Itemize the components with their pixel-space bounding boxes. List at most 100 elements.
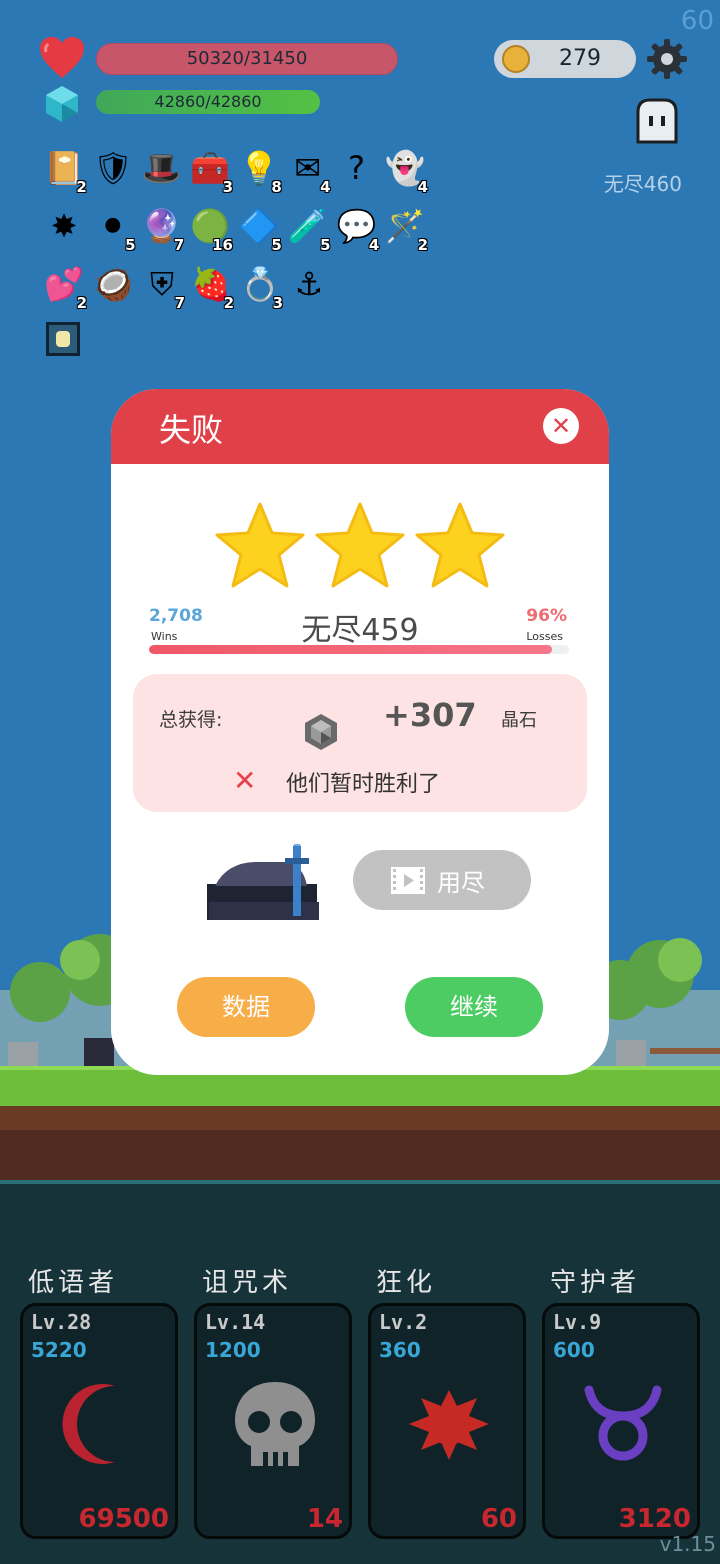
- inventory-item[interactable]: 🪄 2: [381, 200, 430, 256]
- inventory-item[interactable]: ✸: [40, 200, 89, 256]
- star-icon-3: [415, 502, 505, 588]
- item-count: 2: [417, 236, 428, 254]
- skill-cost: 360: [379, 1338, 421, 1362]
- reward-label: 总获得:: [159, 709, 223, 731]
- inventory-item[interactable]: 🔮 7: [138, 200, 187, 256]
- inventory-item[interactable]: 🔷 5: [235, 200, 284, 256]
- skill-card[interactable]: Lv.2 360 60: [368, 1303, 526, 1539]
- item-count: 5: [271, 236, 282, 254]
- inventory-item[interactable]: 🧰 3: [186, 142, 235, 198]
- defeat-x-icon: ✕: [233, 764, 257, 797]
- skill-name: 低语者: [28, 1268, 119, 1298]
- item-count: 2: [76, 294, 87, 312]
- skill-name: 狂化: [376, 1268, 437, 1298]
- reward-value: +307: [383, 696, 477, 734]
- star-icon-2: [315, 502, 405, 588]
- crystal-stone-icon: [305, 714, 337, 750]
- item-count: 4: [417, 178, 428, 196]
- taurus-icon: [584, 1385, 662, 1461]
- item-count: 2: [76, 178, 87, 196]
- skull-icon: [235, 1382, 315, 1466]
- item-count: 3: [222, 178, 233, 196]
- inventory-item[interactable]: 🧪 5: [284, 200, 333, 256]
- endless-level-label: 无尽460: [603, 172, 682, 196]
- crescent-moon-icon: [62, 1384, 115, 1464]
- watch-ad-label: 用尽: [437, 869, 485, 897]
- heart-icon: [40, 37, 84, 78]
- dialog-title: 失败: [159, 411, 224, 449]
- star-icon-1: [215, 502, 305, 588]
- version-label: v1.15: [659, 1532, 716, 1556]
- lantern-item-icon[interactable]: [46, 322, 80, 356]
- skill-cost: 5220: [31, 1338, 87, 1362]
- continue-button[interactable]: 继续: [405, 977, 543, 1037]
- wizard-hat-icon: 🎩: [141, 149, 182, 187]
- inventory-item[interactable]: ⚓: [285, 258, 334, 314]
- coin-icon: [502, 45, 530, 73]
- skill-card[interactable]: Lv.9 600 3120: [542, 1303, 700, 1539]
- coin-value: 279: [559, 46, 601, 71]
- item-count: 4: [320, 178, 331, 196]
- skill-value: 14: [306, 1504, 343, 1534]
- inventory-item[interactable]: ✉ 4: [284, 142, 333, 198]
- mana-bar: 42860/42860: [96, 90, 320, 114]
- skill-level: Lv.14: [205, 1310, 266, 1334]
- defeated-boss-sprite: [207, 844, 319, 920]
- reward-unit: 晶石: [501, 710, 537, 731]
- splatter-icon: [409, 1390, 489, 1460]
- stats-button[interactable]: 数据: [177, 977, 315, 1037]
- inventory-item[interactable]: 💬 4: [333, 200, 382, 256]
- skill-level: Lv.9: [553, 1310, 602, 1334]
- inventory-item[interactable]: 🍓 2: [187, 258, 236, 314]
- reward-panel: 总获得: +307 晶石 ✕ 他们暂时胜利了: [133, 674, 587, 812]
- inventory-item[interactable]: ?: [333, 142, 382, 198]
- item-count: 5: [125, 236, 136, 254]
- question-icon: ?: [348, 149, 365, 187]
- spiked-ball-icon: ✸: [50, 207, 78, 245]
- skill-level: Lv.2: [379, 1310, 428, 1334]
- item-count: 3: [272, 294, 283, 312]
- inventory-item[interactable]: 🛡: [89, 142, 138, 198]
- hook-icon: ⚓: [294, 265, 324, 303]
- dialog-header: 失败 ✕: [111, 389, 609, 464]
- inventory-item[interactable]: 👻 4: [381, 142, 430, 198]
- fps-counter: 60: [680, 6, 714, 36]
- inventory-item[interactable]: ⚫ 5: [89, 200, 138, 256]
- item-count: 4: [368, 236, 380, 254]
- item-count: 7: [174, 294, 185, 312]
- item-count: 8: [271, 178, 282, 196]
- skill-cost: 1200: [205, 1338, 261, 1362]
- inventory-item[interactable]: 🟢 16: [186, 200, 235, 256]
- result-message: 他们暂时胜利了: [286, 772, 441, 797]
- crystal-icon: [46, 86, 78, 122]
- ghost-icon[interactable]: [632, 96, 682, 146]
- dirt-layer-dark: [0, 1130, 720, 1180]
- skill-name: 诅咒术: [202, 1268, 293, 1298]
- coconut-icon: 🥥: [93, 265, 133, 303]
- item-count: 16: [212, 236, 233, 254]
- item-count: 2: [223, 294, 234, 312]
- skill-name: 守护者: [550, 1268, 641, 1298]
- inventory-item[interactable]: ⛨ 7: [138, 258, 187, 314]
- inventory-row: 💕 2 🥥 ⛨ 7 🍓 2 💍 3 ⚓: [40, 258, 430, 314]
- skill-value: 3120: [618, 1504, 691, 1534]
- skill-card[interactable]: Lv.14 1200 14: [194, 1303, 352, 1539]
- skill-value: 60: [480, 1504, 517, 1534]
- item-count: 7: [173, 236, 185, 254]
- skill-level: Lv.28: [31, 1310, 92, 1334]
- inventory-item[interactable]: 💍 3: [236, 258, 285, 314]
- losses-value: 96%: [526, 606, 567, 626]
- inventory-item[interactable]: 💡 8: [235, 142, 284, 198]
- inventory-grid: 📔 2 🛡 🎩 🧰 3 💡 8 ✉ 4? 👻 4 ✸ ⚫ 5 🔮 7 🟢 16 🔷 5 🧪 5 💬 4 🪄 2 💕 2 🥥 ⛨ 7 🍓 2 💍 3 ⚓: [40, 142, 430, 316]
- inventory-row: 📔 2 🛡 🎩 🧰 3 💡 8 ✉ 4? 👻 4: [40, 142, 430, 198]
- gear-icon[interactable]: [646, 38, 688, 80]
- skill-value: 69500: [78, 1504, 169, 1534]
- close-button[interactable]: ✕: [543, 408, 579, 444]
- inventory-item[interactable]: 🥥: [89, 258, 138, 314]
- skill-card[interactable]: Lv.28 5220 69500: [20, 1303, 178, 1539]
- watch-ad-button[interactable]: 用尽: [353, 850, 531, 910]
- defeat-dialog: 失败 ✕ 2,708 Wins 无尽459 96% Losses 总获得: +3…: [111, 389, 609, 1075]
- inventory-item[interactable]: 📔 2: [40, 142, 89, 198]
- inventory-item[interactable]: 🎩: [138, 142, 187, 198]
- inventory-item[interactable]: 💕 2: [40, 258, 89, 314]
